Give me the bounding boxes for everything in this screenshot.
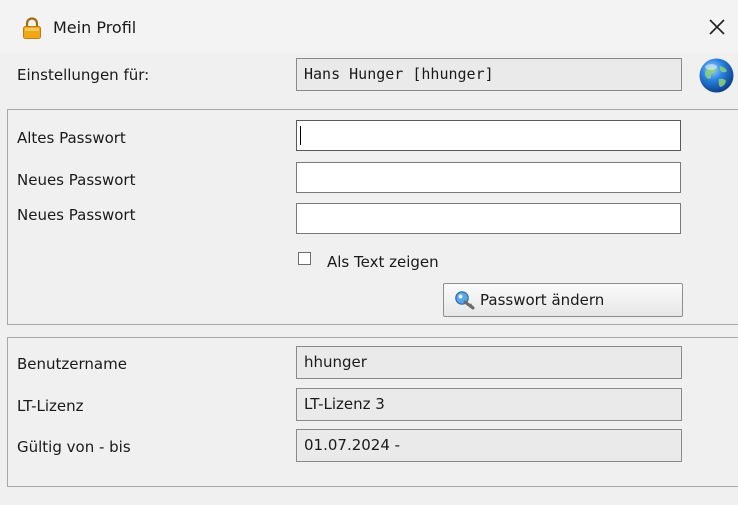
license-label: LT-Lizenz bbox=[17, 397, 84, 415]
new-password-input[interactable] bbox=[296, 162, 681, 193]
new-password-label: Neues Passwort bbox=[17, 171, 136, 189]
settings-for-field: Hans Hunger [hhunger] bbox=[296, 58, 682, 91]
valid-period-label: Gültig von - bis bbox=[17, 438, 131, 456]
lock-icon bbox=[22, 17, 42, 39]
show-text-label[interactable]: Als Text zeigen bbox=[327, 253, 439, 271]
close-icon bbox=[709, 19, 725, 35]
text-cursor bbox=[300, 126, 301, 145]
valid-period-field: 01.07.2024 - bbox=[296, 429, 682, 462]
settings-for-label: Einstellungen für: bbox=[17, 66, 150, 84]
show-text-checkbox[interactable] bbox=[298, 252, 311, 265]
change-password-button[interactable]: Passwort ändern bbox=[443, 283, 683, 317]
license-field: LT-Lizenz 3 bbox=[296, 388, 682, 421]
username-label: Benutzername bbox=[17, 355, 127, 373]
repeat-password-input[interactable] bbox=[296, 203, 681, 234]
change-password-label: Passwort ändern bbox=[480, 291, 605, 309]
old-password-label: Altes Passwort bbox=[17, 129, 126, 147]
close-button[interactable] bbox=[704, 14, 730, 40]
key-icon bbox=[454, 290, 476, 310]
old-password-input[interactable] bbox=[296, 120, 681, 151]
repeat-password-label: Neues Passwort bbox=[17, 206, 136, 224]
username-field: hhunger bbox=[296, 346, 682, 379]
globe-icon[interactable] bbox=[698, 57, 735, 94]
window-title: Mein Profil bbox=[53, 18, 137, 37]
